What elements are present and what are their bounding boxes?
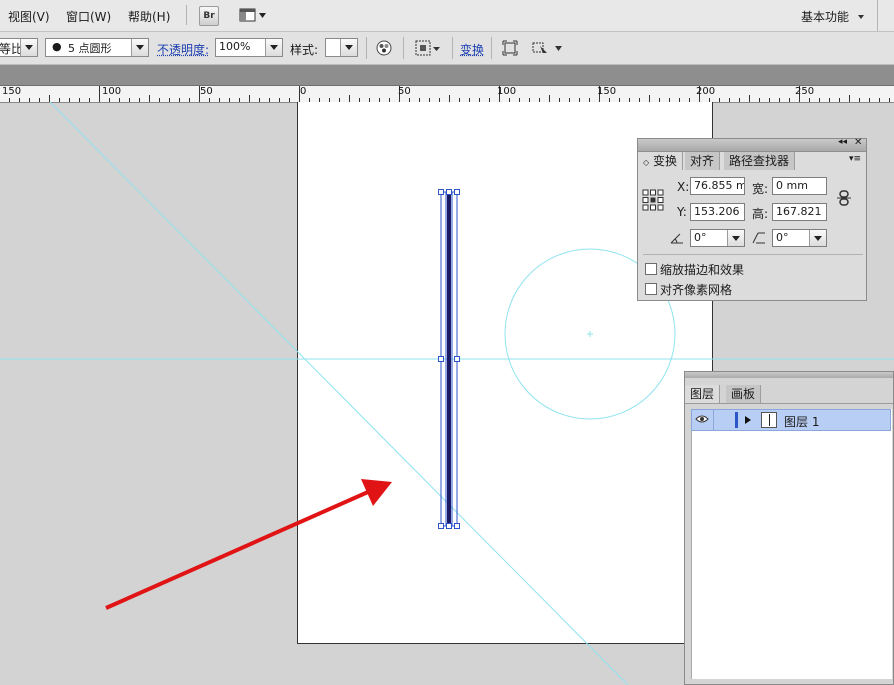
bridge-button[interactable]: Br bbox=[199, 6, 219, 26]
chevron-down-icon bbox=[340, 39, 357, 56]
ruler-ticks bbox=[9, 86, 890, 102]
y-input[interactable]: 153.206 bbox=[690, 203, 745, 221]
arrange-documents-icon bbox=[239, 8, 266, 22]
shear-angle-icon bbox=[752, 232, 765, 244]
shear-angle-input[interactable]: 0° bbox=[772, 229, 827, 247]
diagonal-guide[interactable] bbox=[49, 102, 629, 685]
control-divider bbox=[452, 37, 453, 59]
isolate-selection-icon[interactable] bbox=[502, 40, 518, 56]
width-label: 宽: bbox=[752, 182, 769, 196]
chevron-down-icon bbox=[131, 39, 148, 56]
tab-pathfinder[interactable]: 路径查找器 bbox=[724, 152, 796, 170]
ruler-label: 50 bbox=[200, 86, 213, 97]
close-icon[interactable]: ✕ bbox=[854, 137, 862, 148]
scale-strokes-checkbox[interactable] bbox=[645, 263, 657, 275]
x-input[interactable]: 76.855 m bbox=[690, 177, 745, 195]
arrange-documents-button[interactable] bbox=[239, 7, 267, 23]
workspace-chevron-down-icon[interactable] bbox=[857, 14, 865, 20]
chevron-down-icon bbox=[809, 230, 826, 246]
red-arrow-annotation bbox=[105, 479, 392, 610]
brush-value: 5 点圆形 bbox=[68, 42, 112, 55]
width-input[interactable]: 0 mm bbox=[772, 177, 827, 195]
ruler-label: 0 bbox=[300, 86, 307, 97]
ruler-label: 200 bbox=[696, 86, 716, 97]
height-input[interactable]: 167.821 bbox=[772, 203, 827, 221]
chevron-down-icon bbox=[20, 39, 37, 56]
tab-align[interactable]: 对齐 bbox=[685, 152, 721, 170]
shear-angle-value: 0° bbox=[776, 231, 789, 244]
menu-bar: 视图(V) 窗口(W) 帮助(H) Br 基本功能 bbox=[0, 0, 894, 32]
x-label: X: bbox=[677, 180, 690, 194]
control-divider bbox=[403, 37, 404, 59]
horizontal-ruler: 150 100 50 0 50 100 150 200 250 bbox=[0, 86, 894, 103]
layers-panel: 图层 画板 图层 1 bbox=[684, 371, 894, 685]
graphic-style-select[interactable] bbox=[325, 38, 358, 57]
ruler-label: 50 bbox=[398, 86, 411, 97]
document-tab-strip bbox=[0, 65, 894, 86]
layer-row[interactable]: 图层 1 bbox=[691, 409, 891, 431]
chevron-down-icon bbox=[727, 230, 744, 246]
control-divider bbox=[366, 37, 367, 59]
align-selection-icon[interactable] bbox=[415, 40, 441, 56]
workspace-switcher[interactable]: 基本功能 bbox=[801, 8, 849, 25]
layer-name: 图层 1 bbox=[784, 415, 820, 429]
ruler-label: 100 bbox=[497, 86, 517, 97]
align-pixel-grid-label: 对齐像素网格 bbox=[660, 283, 733, 297]
menu-divider bbox=[877, 0, 878, 31]
tab-layers[interactable]: 图层 bbox=[685, 385, 721, 403]
ruler-label: 150 bbox=[2, 86, 22, 97]
opacity-label-link[interactable]: 不透明度: bbox=[157, 41, 209, 58]
visibility-eye-icon[interactable] bbox=[695, 414, 709, 424]
expand-triangle-icon[interactable] bbox=[744, 415, 752, 425]
panel-titlebar[interactable]: ◂◂ ✕ bbox=[638, 137, 866, 152]
panel-titlebar[interactable] bbox=[685, 372, 893, 378]
y-label: Y: bbox=[677, 205, 687, 219]
align-pixel-grid-checkbox[interactable] bbox=[645, 283, 657, 295]
recolor-artwork-icon[interactable] bbox=[376, 40, 392, 56]
selection-options-icon[interactable] bbox=[532, 40, 564, 56]
panel-divider bbox=[643, 254, 863, 255]
collapse-icon[interactable]: ◂◂ bbox=[838, 137, 847, 147]
control-divider bbox=[491, 37, 492, 59]
tab-transform-label: 变换 bbox=[652, 154, 677, 168]
menu-window[interactable]: 窗口(W) bbox=[66, 8, 111, 25]
panel-menu-icon[interactable]: ▾≡ bbox=[849, 154, 861, 164]
control-bar: 等比 ● 5 点圆形 不透明度: 100% 样式: 变换 bbox=[0, 32, 894, 65]
rotate-angle-icon bbox=[670, 233, 683, 244]
proportion-select[interactable]: 等比 bbox=[0, 38, 38, 57]
tab-artboards[interactable]: 画板 bbox=[726, 385, 762, 403]
style-label: 样式: bbox=[290, 43, 319, 57]
menu-view[interactable]: 视图(V) bbox=[8, 8, 50, 25]
opacity-input[interactable]: 100% bbox=[215, 38, 283, 57]
menu-help[interactable]: 帮助(H) bbox=[128, 8, 170, 25]
brush-select[interactable]: ● 5 点圆形 bbox=[45, 38, 149, 57]
opacity-value: 100% bbox=[219, 40, 251, 53]
height-label: 高: bbox=[752, 207, 769, 221]
ruler-label: 100 bbox=[102, 86, 122, 97]
layer-color-swatch bbox=[735, 412, 738, 428]
menu-divider bbox=[186, 5, 187, 25]
column-divider bbox=[713, 410, 714, 430]
ruler-label: 250 bbox=[795, 86, 815, 97]
rotate-angle-value: 0° bbox=[694, 231, 707, 244]
panel-divider bbox=[685, 403, 893, 404]
scale-strokes-label: 缩放描边和效果 bbox=[660, 263, 745, 277]
constrain-proportions-icon[interactable] bbox=[837, 190, 851, 206]
rotate-angle-input[interactable]: 0° bbox=[690, 229, 745, 247]
transform-panel: ◂◂ ✕ ◇ 变换 对齐 路径查找器 ▾≡ X: 76.855 m 宽: 0 m… bbox=[637, 137, 867, 301]
reference-point-icon[interactable] bbox=[642, 189, 664, 211]
bullet-icon: ● bbox=[52, 40, 62, 53]
tab-transform[interactable]: ◇ 变换 bbox=[638, 152, 683, 170]
layers-list bbox=[691, 409, 892, 679]
transform-link[interactable]: 变换 bbox=[460, 41, 484, 58]
layer-thumbnail bbox=[761, 412, 777, 428]
circle-center-mark bbox=[587, 331, 593, 337]
chevron-down-icon bbox=[265, 39, 282, 56]
updown-icon: ◇ bbox=[643, 158, 650, 167]
ruler-label: 150 bbox=[597, 86, 617, 97]
